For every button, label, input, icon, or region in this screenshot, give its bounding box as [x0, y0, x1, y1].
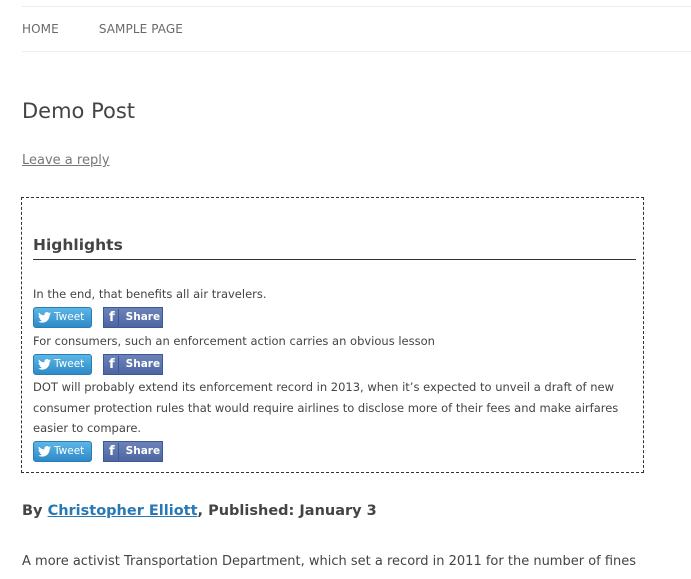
- tweet-button[interactable]: Tweet: [33, 353, 92, 375]
- tweet-button[interactable]: Tweet: [33, 440, 92, 462]
- publish-date: January 3: [299, 503, 377, 519]
- post-title: Demo Post: [22, 99, 136, 123]
- twitter-bird-icon: [38, 358, 51, 370]
- tweet-label: Tweet: [54, 445, 85, 457]
- nav-sample-page-link[interactable]: SAMPLE PAGE: [99, 22, 183, 36]
- tweet-label: Tweet: [54, 311, 85, 323]
- author-link[interactable]: Christopher Elliott: [48, 503, 198, 519]
- page: HOME SAMPLE PAGE Demo Post Leave a reply…: [0, 0, 691, 579]
- highlight-item: In the end, that benefits all air travel…: [33, 284, 638, 329]
- post-byline: By Christopher Elliott, Published: Janua…: [22, 503, 377, 519]
- share-label: Share: [125, 311, 161, 323]
- twitter-bird-icon: [38, 311, 51, 323]
- share-buttons: Tweet f Share: [33, 440, 638, 463]
- highlight-text: In the end, that benefits all air travel…: [33, 287, 267, 301]
- twitter-bird-icon: [38, 445, 51, 457]
- facebook-share-button[interactable]: f Share: [103, 306, 163, 328]
- facebook-icon: f: [109, 355, 119, 373]
- share-label: Share: [125, 358, 161, 370]
- leave-reply-link[interactable]: Leave a reply: [22, 153, 110, 168]
- share-buttons: Tweet f Share: [33, 306, 638, 329]
- facebook-icon: f: [109, 308, 119, 326]
- nav-home-link[interactable]: HOME: [22, 22, 59, 36]
- highlights-box: Highlights In the end, that benefits all…: [21, 197, 644, 473]
- byline-prefix: By: [22, 503, 48, 519]
- tweet-label: Tweet: [54, 358, 85, 370]
- highlight-item: For consumers, such an enforcement actio…: [33, 331, 638, 376]
- facebook-share-button[interactable]: f Share: [103, 440, 163, 462]
- highlights-heading: Highlights: [33, 236, 636, 260]
- post-body-text: A more activist Transportation Departmen…: [22, 554, 637, 569]
- share-buttons: Tweet f Share: [33, 353, 638, 376]
- highlight-text: For consumers, such an enforcement actio…: [33, 334, 435, 348]
- main-navigation: HOME SAMPLE PAGE: [22, 6, 691, 52]
- facebook-share-button[interactable]: f Share: [103, 353, 163, 375]
- share-label: Share: [125, 445, 161, 457]
- tweet-button[interactable]: Tweet: [33, 306, 92, 328]
- facebook-icon: f: [109, 442, 119, 460]
- highlight-item: DOT will probably extend its enforcement…: [33, 377, 638, 463]
- highlight-text: DOT will probably extend its enforcement…: [33, 380, 619, 435]
- byline-separator: , Published:: [197, 503, 300, 519]
